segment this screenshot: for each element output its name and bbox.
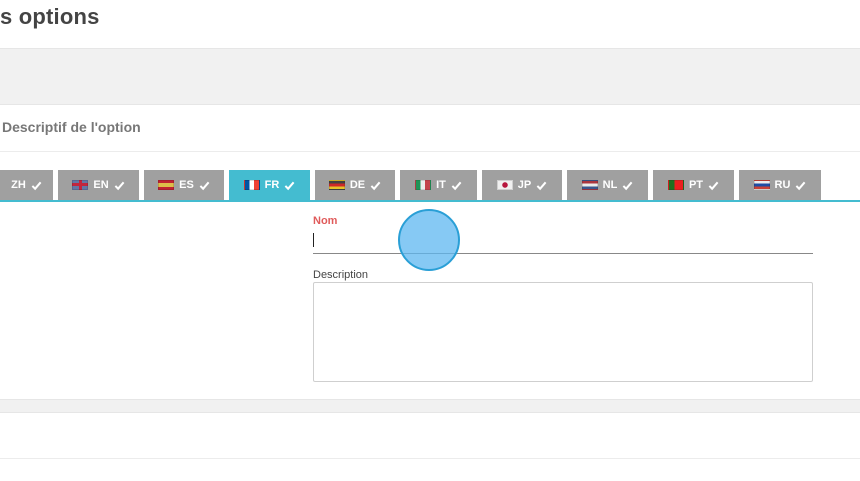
tab-pt[interactable]: PT bbox=[653, 170, 734, 200]
check-icon bbox=[536, 181, 547, 190]
check-icon bbox=[451, 181, 462, 190]
tab-it[interactable]: IT bbox=[400, 170, 477, 200]
tab-label: NL bbox=[602, 179, 618, 191]
france-flag-icon bbox=[243, 180, 260, 190]
tab-en[interactable]: EN bbox=[58, 170, 139, 200]
check-icon bbox=[796, 181, 806, 190]
tab-nl[interactable]: NL bbox=[567, 170, 648, 200]
name-label: Nom bbox=[313, 215, 338, 227]
tab-label: DE bbox=[349, 179, 366, 191]
toolbar-band bbox=[0, 48, 860, 105]
text-caret bbox=[313, 233, 314, 247]
tab-label: ZH bbox=[11, 179, 26, 191]
tab-jp[interactable]: JP bbox=[482, 170, 562, 200]
tab-label: ES bbox=[179, 179, 194, 191]
description-label: Description bbox=[313, 269, 369, 281]
check-icon bbox=[370, 181, 381, 190]
tab-label: PT bbox=[688, 179, 704, 191]
bottom-divider bbox=[0, 458, 860, 459]
tab-de[interactable]: DE bbox=[315, 170, 395, 200]
check-icon bbox=[114, 181, 125, 190]
tab-label: FR bbox=[264, 179, 280, 191]
section-band bbox=[0, 399, 860, 413]
spain-flag-icon bbox=[158, 180, 175, 190]
check-icon bbox=[622, 181, 633, 190]
page-title: s options bbox=[0, 4, 100, 29]
tab-ru[interactable]: RU bbox=[739, 170, 821, 200]
netherlands-flag-icon bbox=[581, 180, 598, 190]
description-textarea[interactable] bbox=[313, 282, 813, 382]
check-icon bbox=[708, 181, 719, 190]
japan-flag-icon bbox=[496, 180, 513, 190]
check-icon bbox=[284, 181, 295, 190]
tab-label: EN bbox=[93, 179, 109, 191]
tabs-underline bbox=[0, 200, 860, 202]
portugal-flag-icon bbox=[667, 180, 684, 190]
click-indicator bbox=[398, 209, 460, 271]
russia-flag-icon bbox=[753, 180, 770, 190]
check-icon bbox=[31, 181, 42, 190]
tab-label: JP bbox=[517, 179, 532, 191]
tab-label: RU bbox=[774, 179, 791, 191]
tab-zh[interactable]: ZH bbox=[0, 170, 53, 200]
check-icon bbox=[199, 181, 210, 190]
uk-flag-icon bbox=[72, 180, 89, 190]
section-divider bbox=[0, 151, 860, 152]
section-title: Descriptif de l'option bbox=[2, 119, 141, 135]
tab-es[interactable]: ES bbox=[144, 170, 224, 200]
italy-flag-icon bbox=[415, 180, 432, 190]
tab-label: IT bbox=[436, 179, 446, 191]
name-input[interactable] bbox=[313, 228, 813, 254]
germany-flag-icon bbox=[328, 180, 345, 190]
tab-fr[interactable]: FR bbox=[229, 170, 310, 200]
